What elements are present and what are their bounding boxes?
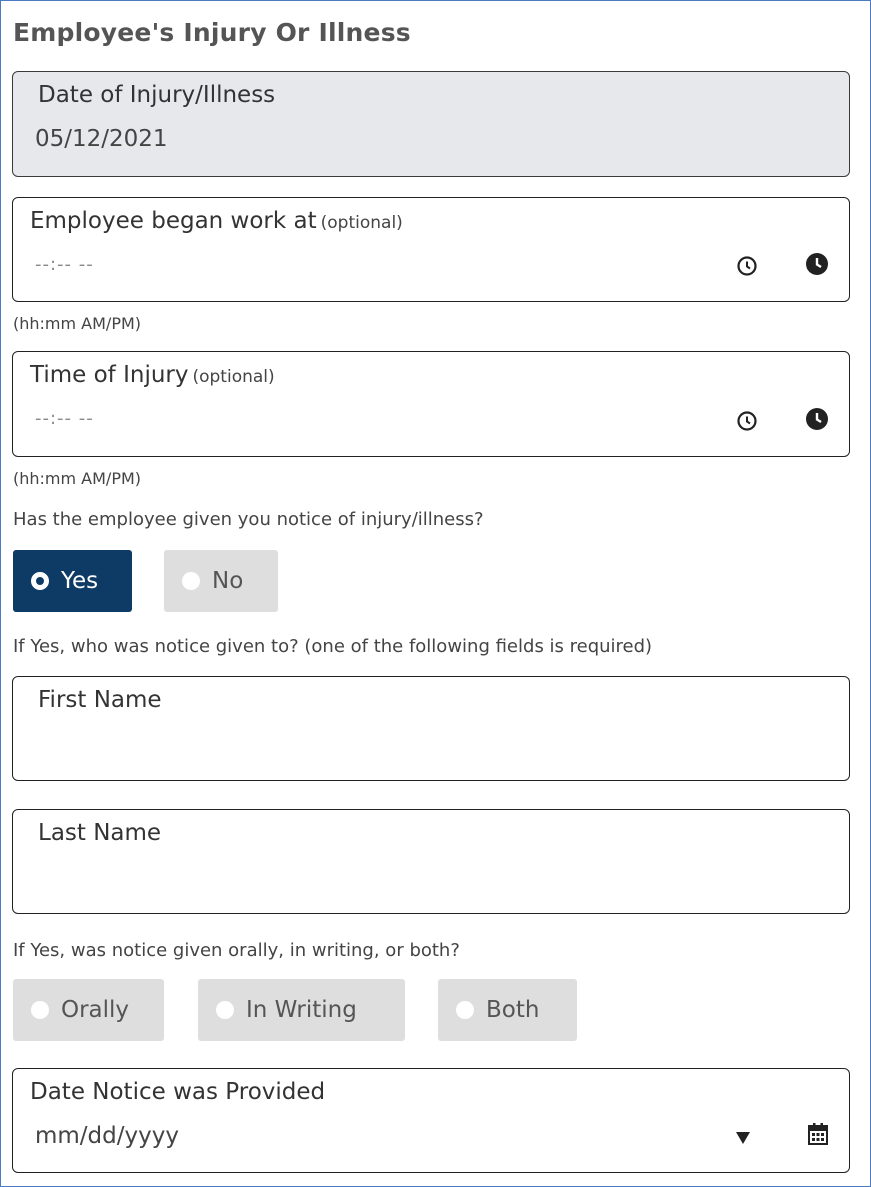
calendar-icon[interactable] bbox=[805, 1121, 831, 1147]
optional-tag: (optional) bbox=[320, 213, 403, 233]
notice-in-writing-radio[interactable]: In Writing bbox=[198, 979, 405, 1041]
notice-orally-label: Orally bbox=[61, 997, 130, 1023]
date-of-injury-label: Date of Injury/Illness bbox=[38, 82, 276, 108]
notice-orally-radio[interactable]: Orally bbox=[13, 979, 164, 1041]
began-work-time-input[interactable]: Employee began work at (optional) --:-- -… bbox=[12, 197, 850, 302]
optional-tag: (optional) bbox=[192, 367, 275, 387]
date-notice-placeholder: mm/dd/yyyy bbox=[35, 1123, 179, 1149]
radio-unselected-icon bbox=[182, 572, 200, 590]
notice-question: Has the employee given you notice of inj… bbox=[13, 509, 484, 530]
date-of-injury-field: Date of Injury/Illness 05/12/2021 bbox=[12, 71, 850, 177]
radio-unselected-icon bbox=[31, 1001, 49, 1019]
clock-filled-icon[interactable] bbox=[804, 251, 830, 277]
notice-both-radio[interactable]: Both bbox=[438, 979, 577, 1041]
notice-no-radio[interactable]: No bbox=[164, 550, 278, 612]
began-work-label-text: Employee began work at bbox=[30, 208, 317, 234]
time-of-injury-input[interactable]: Time of Injury (optional) --:-- -- bbox=[12, 351, 850, 457]
notice-yes-label: Yes bbox=[61, 568, 99, 594]
time-of-injury-label-text: Time of Injury bbox=[30, 362, 189, 388]
notice-no-label: No bbox=[212, 568, 244, 594]
radio-selected-icon bbox=[31, 572, 49, 590]
notice-in-writing-label: In Writing bbox=[246, 997, 357, 1023]
radio-unselected-icon bbox=[456, 1001, 474, 1019]
last-name-label: Last Name bbox=[38, 820, 162, 846]
dropdown-arrow-icon[interactable] bbox=[730, 1125, 756, 1151]
first-name-input[interactable]: First Name bbox=[12, 676, 850, 781]
clock-outline-icon[interactable] bbox=[734, 253, 760, 279]
date-notice-label: Date Notice was Provided bbox=[30, 1079, 326, 1105]
radio-unselected-icon bbox=[216, 1001, 234, 1019]
notice-yes-radio[interactable]: Yes bbox=[13, 550, 132, 612]
first-name-label: First Name bbox=[38, 687, 162, 713]
clock-outline-icon[interactable] bbox=[734, 408, 760, 434]
began-work-label: Employee began work at (optional) bbox=[30, 208, 403, 234]
clock-filled-icon[interactable] bbox=[804, 406, 830, 432]
began-work-value: --:-- -- bbox=[35, 254, 94, 275]
date-of-injury-value: 05/12/2021 bbox=[35, 126, 168, 152]
notice-to-question: If Yes, who was notice given to? (one of… bbox=[13, 636, 653, 657]
notice-both-label: Both bbox=[486, 997, 540, 1023]
last-name-input[interactable]: Last Name bbox=[12, 809, 850, 914]
notice-type-question: If Yes, was notice given orally, in writ… bbox=[13, 940, 460, 961]
time-of-injury-hint: (hh:mm AM/PM) bbox=[13, 469, 142, 488]
time-of-injury-value: --:-- -- bbox=[35, 408, 94, 429]
began-work-hint: (hh:mm AM/PM) bbox=[13, 314, 142, 333]
section-title: Employee's Injury Or Illness bbox=[13, 18, 411, 47]
date-notice-input[interactable]: Date Notice was Provided mm/dd/yyyy bbox=[12, 1068, 850, 1173]
time-of-injury-label: Time of Injury (optional) bbox=[30, 362, 275, 388]
